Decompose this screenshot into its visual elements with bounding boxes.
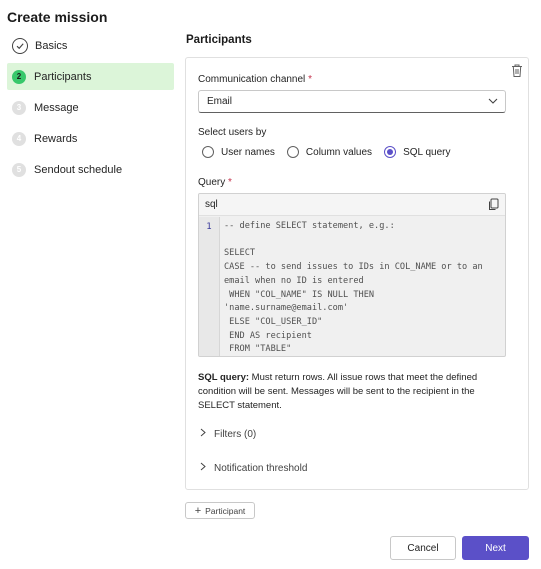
step-number: 5 xyxy=(12,162,26,177)
plus-icon: + xyxy=(194,504,202,517)
copy-icon[interactable] xyxy=(488,198,499,214)
step-label: Basics xyxy=(35,39,68,52)
step-message[interactable]: 3 Message xyxy=(7,94,174,121)
radio-label: SQL query xyxy=(403,146,451,158)
check-circle-icon xyxy=(12,37,28,54)
wizard-steps: Basics 2 Participants 3 Message 4 Reward… xyxy=(7,32,174,187)
page-title: Create mission xyxy=(7,9,108,25)
cancel-button[interactable]: Cancel xyxy=(390,536,456,560)
sql-hint: SQL query: Must return rows. All issue r… xyxy=(198,371,498,413)
step-basics[interactable]: Basics xyxy=(7,32,174,59)
filters-label: Filters (0) xyxy=(214,428,257,440)
participant-card: Communication channel * Email Select use… xyxy=(185,57,529,490)
chevron-down-icon xyxy=(488,97,498,108)
query-label: Query * xyxy=(198,177,232,188)
channel-value: Email xyxy=(207,96,233,107)
sql-code[interactable]: -- define SELECT statement, e.g.: SELECT… xyxy=(220,217,483,356)
channel-label: Communication channel * xyxy=(198,74,312,85)
step-label: Rewards xyxy=(34,132,78,145)
filters-expander[interactable]: Filters (0) xyxy=(200,428,256,440)
editor-language: sql xyxy=(205,199,218,210)
select-users-radio-group: User names Column values SQL query xyxy=(202,146,463,158)
chevron-right-icon xyxy=(200,462,206,474)
line-number: 1 xyxy=(199,217,220,356)
sql-editor[interactable]: sql 1 -- define SELECT statement, e.g.: … xyxy=(198,193,506,357)
step-number: 2 xyxy=(12,69,26,84)
radio-label: Column values xyxy=(305,146,373,158)
radio-circle xyxy=(286,146,299,158)
required-mark: * xyxy=(308,74,312,85)
radio-circle xyxy=(202,146,214,158)
radio-column-values[interactable]: Column values xyxy=(286,146,373,158)
step-number: 4 xyxy=(12,131,26,146)
query-label-text: Query xyxy=(198,177,226,188)
channel-label-text: Communication channel xyxy=(198,74,306,85)
radio-label: User names xyxy=(221,146,275,158)
notification-label: Notification threshold xyxy=(214,462,308,474)
step-participants[interactable]: 2 Participants xyxy=(7,63,174,90)
notification-threshold-expander[interactable]: Notification threshold xyxy=(200,462,307,474)
step-label: Participants xyxy=(34,70,92,83)
hint-bold: SQL query: xyxy=(198,372,250,383)
channel-dropdown[interactable]: Email xyxy=(198,90,506,113)
chevron-right-icon xyxy=(200,428,206,440)
step-rewards[interactable]: 4 Rewards xyxy=(7,125,174,152)
step-label: Message xyxy=(34,101,79,114)
step-number: 3 xyxy=(12,100,26,115)
add-participant-label: Participant xyxy=(205,505,246,516)
step-label: Sendout schedule xyxy=(34,163,123,176)
editor-header: sql xyxy=(199,194,505,216)
trash-icon[interactable] xyxy=(510,63,524,79)
select-users-label: Select users by xyxy=(198,127,267,138)
section-title: Participants xyxy=(186,34,252,46)
editor-body: 1 -- define SELECT statement, e.g.: SELE… xyxy=(199,217,505,356)
next-button[interactable]: Next xyxy=(462,536,529,560)
radio-sql-query[interactable]: SQL query xyxy=(384,146,451,158)
required-mark: * xyxy=(228,177,232,188)
radio-circle-selected xyxy=(384,146,397,158)
add-participant-button[interactable]: + Participant xyxy=(185,502,255,519)
radio-user-names[interactable]: User names xyxy=(202,146,275,158)
step-sendout-schedule[interactable]: 5 Sendout schedule xyxy=(7,156,174,183)
